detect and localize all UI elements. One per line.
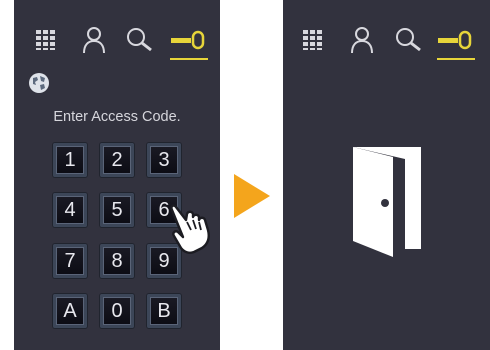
- transition-arrow-icon: [234, 174, 270, 218]
- active-tab-underline: [437, 58, 475, 60]
- open-door-icon: [349, 145, 425, 257]
- key-4[interactable]: 4: [53, 193, 87, 227]
- prompt-text: Enter Access Code.: [53, 109, 181, 125]
- search-icon[interactable]: [124, 24, 156, 56]
- key-a[interactable]: A: [53, 294, 87, 328]
- access-code-screen: Enter Access Code. 1 2 3 4 5 6 7 8 9 A 0…: [14, 0, 220, 350]
- toolbar: [14, 24, 220, 60]
- key-0[interactable]: 0: [100, 294, 134, 328]
- key-icon[interactable]: [435, 24, 475, 56]
- key-7[interactable]: 7: [53, 244, 87, 278]
- person-icon[interactable]: [346, 24, 378, 56]
- grid-icon[interactable]: [297, 24, 329, 56]
- key-2[interactable]: 2: [100, 143, 134, 177]
- grid-icon[interactable]: [30, 24, 62, 56]
- key-3[interactable]: 3: [147, 143, 181, 177]
- key-1[interactable]: 1: [53, 143, 87, 177]
- key-icon[interactable]: [168, 24, 208, 56]
- pointing-hand-icon: [162, 200, 218, 256]
- toolbar: [283, 24, 490, 60]
- key-8[interactable]: 8: [100, 244, 134, 278]
- search-icon[interactable]: [393, 24, 425, 56]
- globe-icon[interactable]: [28, 72, 50, 94]
- active-tab-underline: [170, 58, 208, 60]
- key-b[interactable]: B: [147, 294, 181, 328]
- person-icon[interactable]: [78, 24, 110, 56]
- key-5[interactable]: 5: [100, 193, 134, 227]
